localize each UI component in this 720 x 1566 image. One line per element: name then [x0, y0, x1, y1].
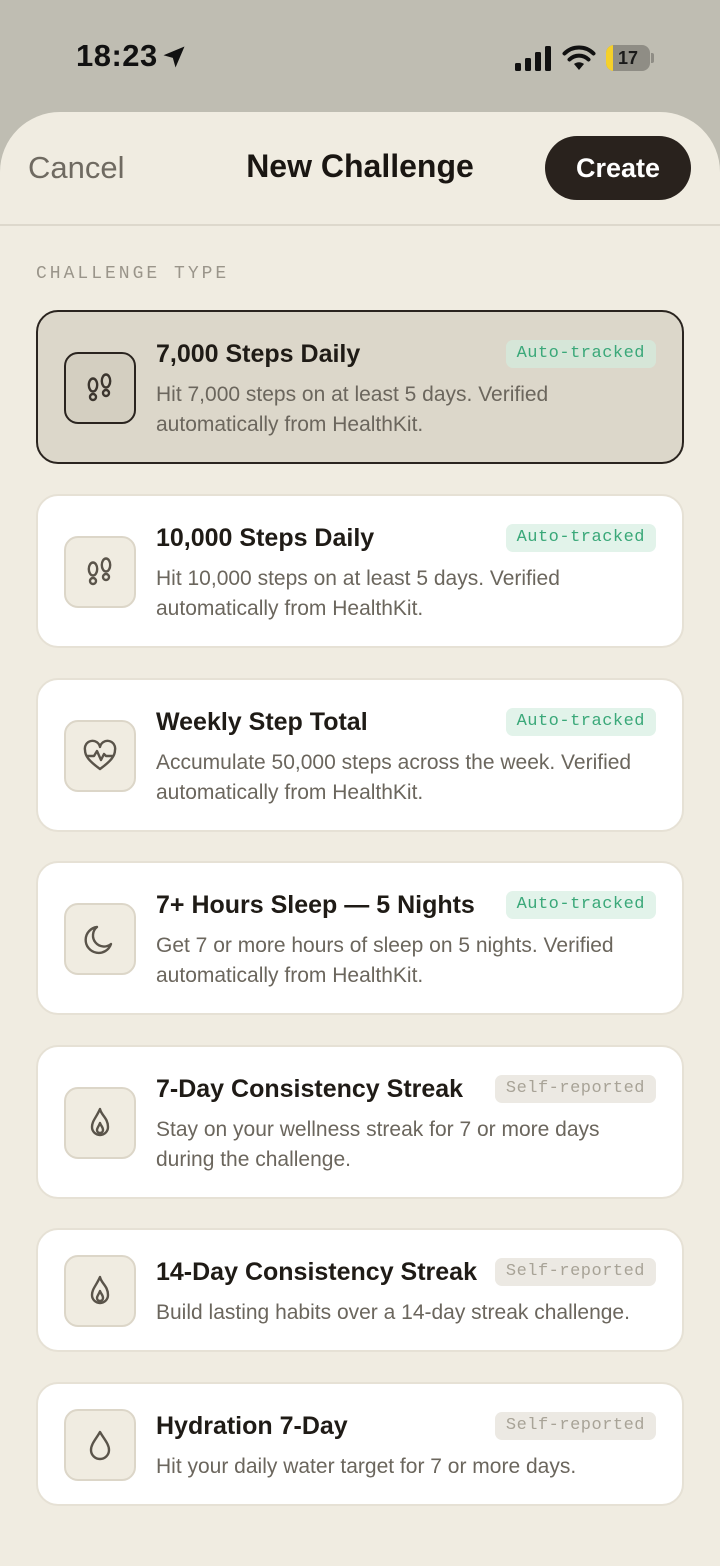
icon-tile — [64, 720, 136, 792]
challenge-description: Hit 10,000 steps on at least 5 days. Ver… — [156, 567, 560, 620]
tracking-badge: Self-reported — [494, 1075, 656, 1103]
cellular-signal-icon — [515, 46, 551, 71]
icon-tile — [64, 536, 136, 608]
challenge-title: Hydration 7-Day — [156, 1412, 348, 1440]
water-drop-icon — [89, 1430, 111, 1461]
moon-icon — [84, 925, 113, 955]
heart-pulse-icon — [83, 739, 117, 771]
challenge-description: Accumulate 50,000 steps across the week.… — [156, 751, 632, 804]
sheet-header: Cancel New Challenge Create — [0, 112, 720, 226]
challenge-description: Build lasting habits over a 14-day strea… — [156, 1301, 630, 1324]
challenge-title: 10,000 Steps Daily — [156, 524, 375, 552]
challenge-card-7-day-streak[interactable]: 7-Day Consistency Streak Self-reported S… — [36, 1045, 684, 1199]
challenge-card-sleep-5-nights[interactable]: 7+ Hours Sleep — 5 Nights Auto-tracked G… — [36, 861, 684, 1015]
tracking-badge: Auto-tracked — [505, 708, 656, 736]
icon-tile — [64, 1409, 136, 1481]
challenge-card-7000-steps-daily[interactable]: 7,000 Steps Daily Auto-tracked Hit 7,000… — [36, 310, 684, 464]
icon-tile — [64, 352, 136, 424]
icon-tile — [64, 903, 136, 975]
challenge-card-14-day-streak[interactable]: 14-Day Consistency Streak Self-reported … — [36, 1228, 684, 1352]
challenge-description: Hit your daily water target for 7 or mor… — [156, 1455, 577, 1478]
challenge-card-weekly-step-total[interactable]: Weekly Step Total Auto-tracked Accumulat… — [36, 678, 684, 832]
new-challenge-sheet: Cancel New Challenge Create CHALLENGE TY… — [0, 112, 720, 1566]
challenge-title: 7,000 Steps Daily — [156, 340, 361, 368]
battery-level: 17 — [617, 48, 639, 68]
challenge-title: Weekly Step Total — [156, 708, 368, 736]
challenge-description: Hit 7,000 steps on at least 5 days. Veri… — [156, 383, 549, 436]
icon-tile — [64, 1087, 136, 1159]
challenge-title: 7+ Hours Sleep — 5 Nights — [156, 891, 475, 919]
flame-icon — [90, 1275, 110, 1305]
tracking-badge: Auto-tracked — [505, 524, 656, 552]
challenge-title: 7-Day Consistency Streak — [156, 1075, 464, 1103]
tracking-badge: Self-reported — [494, 1412, 656, 1440]
tracking-badge: Auto-tracked — [505, 340, 656, 368]
challenge-card-10000-steps-daily[interactable]: 10,000 Steps Daily Auto-tracked Hit 10,0… — [36, 494, 684, 648]
footprints-icon — [87, 557, 112, 586]
wifi-icon — [562, 45, 596, 70]
location-arrow-icon — [163, 46, 185, 68]
section-label-challenge-type: CHALLENGE TYPE — [36, 264, 230, 284]
footprints-icon — [87, 373, 112, 402]
challenge-description: Stay on your wellness streak for 7 or mo… — [156, 1118, 600, 1171]
icon-tile — [64, 1255, 136, 1327]
tracking-badge: Self-reported — [494, 1258, 656, 1286]
challenge-description: Get 7 or more hours of sleep on 5 nights… — [156, 934, 614, 987]
status-time: 18:23 — [76, 38, 158, 73]
battery-icon: 17 — [606, 45, 654, 71]
status-bar: 18:23 17 — [0, 0, 720, 112]
flame-icon — [90, 1107, 110, 1137]
challenge-title: 14-Day Consistency Streak — [156, 1258, 477, 1286]
create-button[interactable]: Create — [545, 136, 691, 200]
tracking-badge: Auto-tracked — [505, 891, 656, 919]
challenge-card-hydration-7-day[interactable]: Hydration 7-Day Self-reported Hit your d… — [36, 1382, 684, 1506]
